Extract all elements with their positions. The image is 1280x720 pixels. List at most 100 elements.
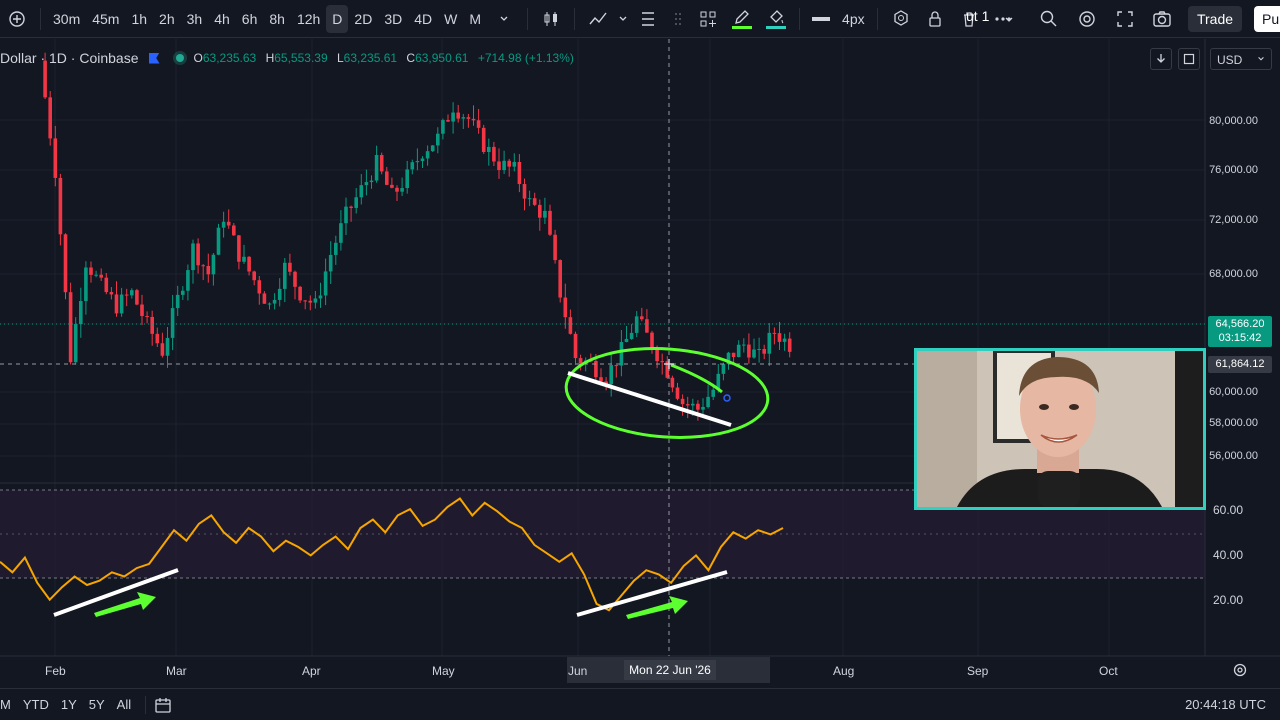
candle-body [160, 343, 165, 356]
object-tree-icon[interactable] [697, 8, 719, 30]
candle-body [573, 333, 578, 359]
candle-body [762, 349, 766, 354]
interval-30m[interactable]: 30m [47, 5, 86, 33]
candles-icon[interactable] [540, 8, 562, 30]
time-axis-label: Apr [302, 664, 321, 678]
indicators-dropdown-icon[interactable] [617, 8, 629, 30]
candle-body [277, 288, 282, 300]
time-axis-label: Jun [568, 664, 588, 678]
interval-6h[interactable]: 6h [236, 5, 264, 33]
cursor-dot [723, 394, 731, 402]
toolbar-divider [574, 7, 576, 30]
change-value: +714.98 (+1.13%) [477, 51, 574, 65]
candle-body [609, 365, 613, 385]
indicators-icon[interactable] [587, 8, 609, 30]
candle-body [84, 267, 88, 302]
interval-2d[interactable]: 2D [348, 5, 378, 33]
fill-color-icon[interactable] [765, 8, 787, 30]
candle-body [640, 316, 644, 320]
candle-body [191, 243, 195, 271]
interval-12h[interactable]: 12h [291, 5, 326, 33]
candle-body [334, 242, 338, 255]
candle-body [507, 160, 511, 167]
lock-icon[interactable] [924, 8, 946, 30]
camera-icon[interactable] [1151, 8, 1173, 35]
interval-45m[interactable]: 45m [86, 5, 125, 33]
candle-body [293, 271, 297, 287]
oscillator-axis-label: 40.00 [1213, 548, 1244, 562]
templates-icon[interactable] [637, 8, 659, 30]
interval-m[interactable]: M [463, 5, 487, 33]
candle-body [308, 300, 313, 303]
candle-body [614, 365, 619, 367]
interval-3d[interactable]: 3D [378, 5, 408, 33]
range-all[interactable]: All [111, 697, 137, 712]
interval-4h[interactable]: 4h [208, 5, 236, 33]
candle-body [502, 160, 506, 171]
interval-dropdown-icon[interactable] [493, 8, 515, 30]
candle-body [374, 155, 379, 181]
drag-handle-icon[interactable] [667, 8, 689, 30]
interval-d[interactable]: D [326, 4, 349, 33]
interval-4d[interactable]: 4D [408, 5, 438, 33]
candle-body [196, 243, 200, 266]
download-icon[interactable] [1150, 48, 1172, 70]
layout-dropdown-icon[interactable] [1004, 12, 1014, 30]
candle-body [691, 403, 695, 406]
interval-w[interactable]: W [438, 5, 463, 33]
candle-body [150, 316, 154, 334]
pencil-icon[interactable] [731, 8, 753, 30]
candle-body [497, 161, 501, 171]
candle-body [262, 293, 267, 304]
candle-body [221, 221, 226, 228]
gear-icon[interactable] [1076, 8, 1098, 35]
interval-2h[interactable]: 2h [153, 5, 181, 33]
calendar-icon[interactable] [154, 696, 172, 714]
candle-body [532, 198, 537, 205]
candle-body [451, 112, 455, 122]
utc-clock[interactable]: 20:44:18 UTC [1185, 697, 1266, 712]
candle-body [711, 389, 715, 397]
symbol-name[interactable]: Dollar · 1D · Coinbase [0, 50, 139, 66]
interval-3h[interactable]: 3h [181, 5, 209, 33]
interval-1h[interactable]: 1h [125, 5, 153, 33]
candle-body [558, 260, 562, 298]
candle-body [390, 184, 394, 188]
gear-icon[interactable] [1232, 662, 1248, 683]
currency-select[interactable]: USD [1210, 48, 1272, 70]
candle-body [63, 234, 68, 293]
range-5y[interactable]: 5Y [83, 697, 111, 712]
candle-body [89, 267, 93, 275]
candle-body [471, 118, 476, 121]
pencil-color-indicator [732, 26, 753, 29]
candle-body [456, 112, 460, 119]
candle-body [461, 117, 466, 119]
layout-name[interactable]: ut 1 [966, 8, 989, 24]
webcam-overlay [914, 348, 1206, 510]
trade-button[interactable]: Trade [1188, 6, 1242, 32]
chevron-down-icon [1258, 57, 1264, 61]
candle-body [359, 185, 364, 198]
range-ytd[interactable]: YTD [17, 697, 55, 712]
range-1y[interactable]: 1Y [55, 697, 83, 712]
candle-body [140, 304, 144, 316]
publish-button[interactable]: Pu [1254, 6, 1280, 32]
toolbar-divider [527, 7, 529, 30]
candle-body [757, 349, 761, 351]
line-width-icon[interactable] [812, 8, 831, 30]
candle-body [114, 294, 119, 314]
settings-icon[interactable] [890, 8, 912, 30]
search-icon[interactable] [1038, 8, 1060, 35]
line-width-value[interactable]: 4px [836, 5, 871, 33]
interval-8h[interactable]: 8h [263, 5, 291, 33]
candle-body [53, 138, 58, 178]
candle-body [237, 235, 241, 262]
add-symbol-icon[interactable] [6, 8, 28, 30]
candle-body [48, 97, 52, 139]
candle-body [787, 338, 792, 352]
candle-body [706, 396, 710, 407]
candle-body [216, 227, 221, 255]
candle-body [272, 299, 277, 304]
fullscreen-icon[interactable] [1114, 8, 1136, 35]
maximize-icon[interactable] [1178, 48, 1200, 70]
